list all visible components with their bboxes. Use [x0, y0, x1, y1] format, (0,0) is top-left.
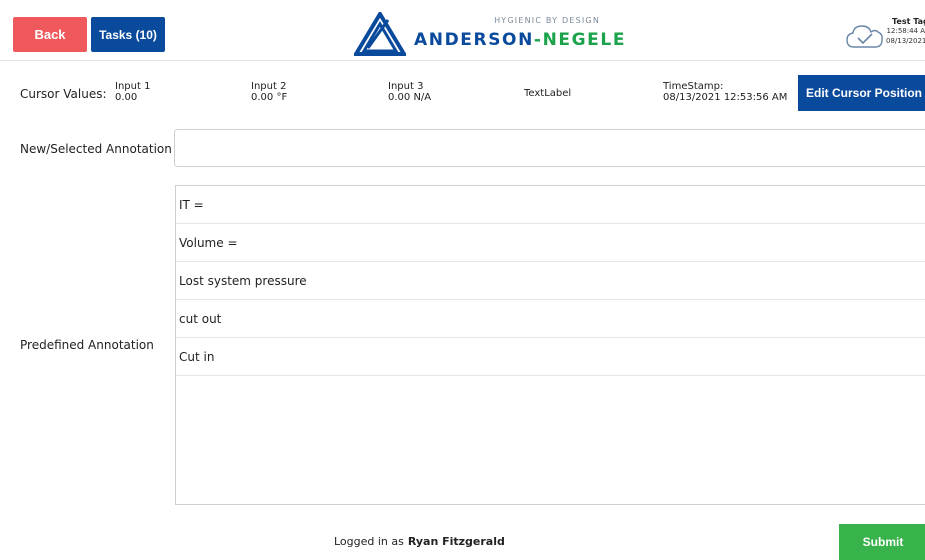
list-item[interactable]: Cut in	[176, 338, 925, 376]
cursor-input-2-name: Input 2	[251, 81, 287, 92]
logo-name-part1: ANDERSON	[414, 30, 534, 50]
timestamp-value: 08/13/2021 12:53:56 AM	[663, 92, 788, 103]
cursor-input-1-name: Input 1	[115, 81, 151, 92]
list-item[interactable]: Lost system pressure	[176, 262, 925, 300]
list-item[interactable]: Volume =	[176, 224, 925, 262]
cloud-check-icon[interactable]	[845, 22, 885, 50]
edit-cursor-position-button[interactable]: Edit Cursor Position	[798, 75, 925, 111]
cursor-input-3: Input 3 0.00 N/A	[388, 81, 431, 103]
cursor-text-label: TextLabel	[524, 88, 572, 99]
submit-button[interactable]: Submit	[839, 524, 925, 560]
cursor-input-1: Input 1 0.00	[115, 81, 150, 103]
new-annotation-input[interactable]	[174, 129, 925, 167]
tag-title: Test Tag	[892, 17, 925, 26]
cursor-values-label: Cursor Values:	[20, 87, 107, 101]
logo-name-separator: -	[533, 30, 543, 50]
tag-time: 12:58:44 A	[886, 27, 925, 35]
tag-status: Test Tag 12:58:44 A 08/13/2021	[886, 17, 925, 46]
cursor-input-2-value: 0.00 °F	[251, 92, 288, 103]
predefined-annotation-label: Predefined Annotation	[20, 338, 154, 352]
logged-in-prefix: Logged in as	[334, 535, 404, 548]
new-annotation-label: New/Selected Annotation	[20, 142, 172, 156]
logged-in-user: Ryan Fitzgerald	[407, 535, 505, 548]
logo-name: ANDERSON-NEGELE	[414, 30, 626, 50]
cursor-input-3-name: Input 3	[388, 81, 424, 92]
app-header: Back Tasks (10) HYGIENIC BY DESIGN ANDER…	[0, 0, 925, 61]
list-item[interactable]: cut out	[176, 300, 925, 338]
tag-date: 08/13/2021	[886, 37, 925, 45]
logged-in-status: Logged in as Ryan Fitzgerald	[334, 535, 505, 548]
timestamp-label: TimeStamp:	[663, 81, 724, 92]
logo-name-part2: NEGELE	[542, 30, 627, 50]
predefined-annotation-list[interactable]: IT = Volume = Lost system pressure cut o…	[175, 185, 925, 505]
cursor-input-3-value: 0.00 N/A	[388, 92, 432, 103]
cursor-timestamp: TimeStamp: 08/13/2021 12:53:56 AM	[663, 81, 787, 103]
logo-tagline: HYGIENIC BY DESIGN	[494, 16, 600, 25]
anderson-negele-logo-icon	[354, 12, 406, 56]
cursor-input-1-value: 0.00	[115, 92, 138, 103]
back-button[interactable]: Back	[13, 17, 87, 52]
list-item[interactable]: IT =	[176, 186, 925, 224]
cursor-input-2: Input 2 0.00 °F	[251, 81, 287, 103]
tasks-button[interactable]: Tasks (10)	[91, 17, 165, 52]
